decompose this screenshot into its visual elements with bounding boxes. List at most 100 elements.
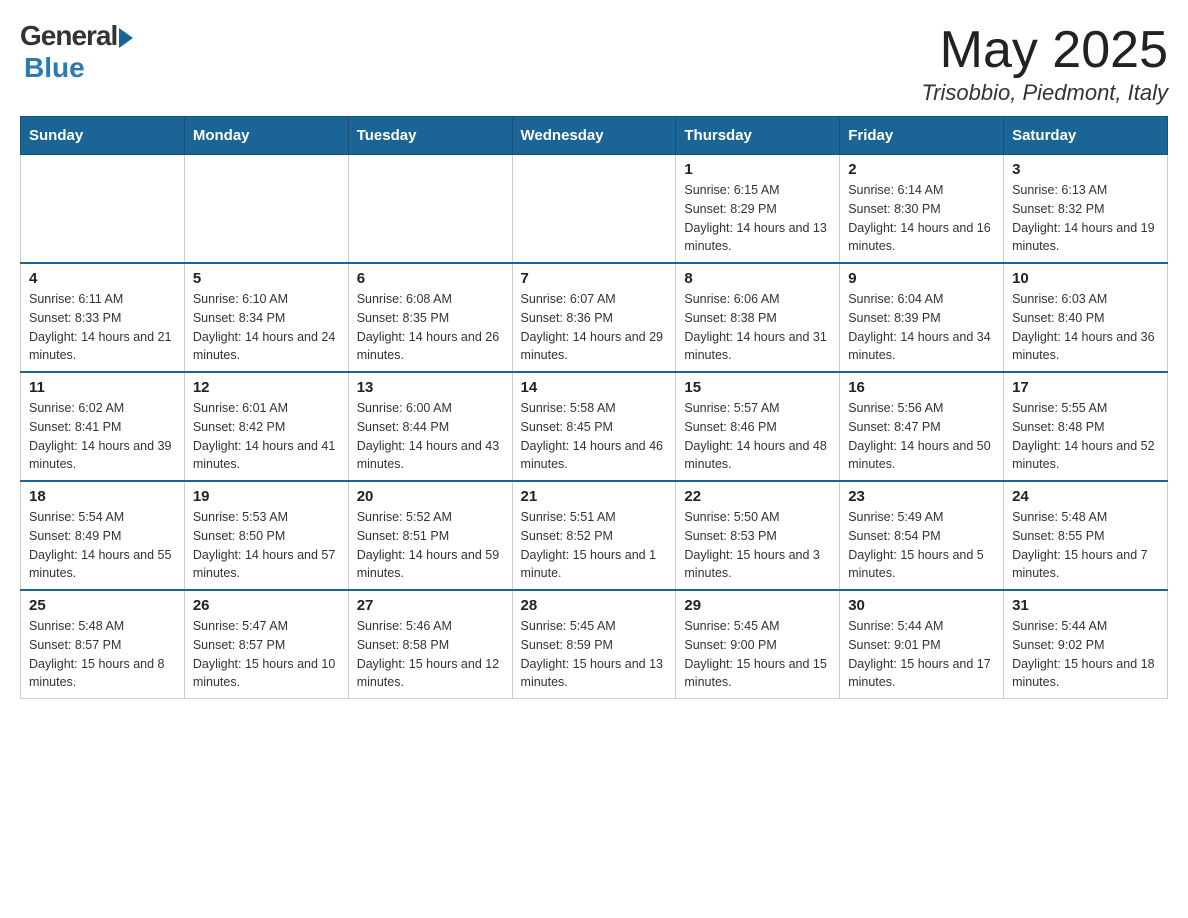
day-number: 12 [193, 379, 340, 396]
table-row: 2 Sunrise: 6:14 AM Sunset: 8:30 PM Daylig… [840, 155, 1004, 264]
day-number: 24 [1012, 488, 1159, 505]
logo-general-text: General [20, 20, 117, 52]
day-number: 2 [848, 161, 995, 178]
logo: General Blue [20, 20, 133, 84]
day-info: Sunrise: 5:46 AM Sunset: 8:58 PM Dayligh… [357, 619, 499, 689]
table-row: 4 Sunrise: 6:11 AM Sunset: 8:33 PM Daylig… [21, 263, 185, 372]
day-number: 1 [684, 161, 831, 178]
day-info: Sunrise: 5:48 AM Sunset: 8:57 PM Dayligh… [29, 619, 165, 689]
col-thursday: Thursday [676, 117, 840, 155]
table-row: 12 Sunrise: 6:01 AM Sunset: 8:42 PM Dayli… [184, 372, 348, 481]
table-row: 18Sunrise: 5:54 AM Sunset: 8:49 PM Dayli… [21, 481, 185, 590]
col-friday: Friday [840, 117, 1004, 155]
table-row [512, 155, 676, 264]
day-number: 15 [684, 379, 831, 396]
day-number: 8 [684, 270, 831, 287]
col-monday: Monday [184, 117, 348, 155]
table-row: 29 Sunrise: 5:45 AM Sunset: 9:00 PM Dayli… [676, 590, 840, 699]
table-row: 21 Sunrise: 5:51 AM Sunset: 8:52 PM Dayli… [512, 481, 676, 590]
table-row: 26Sunrise: 5:47 AM Sunset: 8:57 PM Dayli… [184, 590, 348, 699]
table-row [21, 155, 185, 264]
day-number: 4 [29, 270, 176, 287]
table-row: 8 Sunrise: 6:06 AM Sunset: 8:38 PM Daylig… [676, 263, 840, 372]
table-row: 9 Sunrise: 6:04 AM Sunset: 8:39 PM Daylig… [840, 263, 1004, 372]
location-title: Trisobbio, Piedmont, Italy [921, 80, 1168, 106]
table-row: 28 Sunrise: 5:45 AM Sunset: 8:59 PM Dayli… [512, 590, 676, 699]
day-number: 11 [29, 379, 176, 396]
calendar-table: Sunday Monday Tuesday Wednesday Thursday… [20, 116, 1168, 699]
day-info: Sunrise: 6:11 AM Sunset: 8:33 PM Dayligh… [29, 292, 171, 362]
month-title: May 2025 [921, 20, 1168, 80]
title-block: May 2025 Trisobbio, Piedmont, Italy [921, 20, 1168, 106]
col-wednesday: Wednesday [512, 117, 676, 155]
logo-arrow-icon [119, 28, 133, 48]
day-info: Sunrise: 6:03 AM Sunset: 8:40 PM Dayligh… [1012, 292, 1154, 362]
day-info: Sunrise: 5:58 AM Sunset: 8:45 PM Dayligh… [521, 401, 663, 471]
day-number: 31 [1012, 597, 1159, 614]
day-number: 7 [521, 270, 668, 287]
day-info: Sunrise: 6:00 AM Sunset: 8:44 PM Dayligh… [357, 401, 499, 471]
day-info: Sunrise: 6:14 AM Sunset: 8:30 PM Dayligh… [848, 183, 990, 253]
day-info: Sunrise: 5:47 AM Sunset: 8:57 PM Dayligh… [193, 619, 335, 689]
table-row: 24 Sunrise: 5:48 AM Sunset: 8:55 PM Dayli… [1004, 481, 1168, 590]
day-number: 10 [1012, 270, 1159, 287]
day-info: Sunrise: 5:53 AM Sunset: 8:50 PM Dayligh… [193, 510, 335, 580]
day-info: Sunrise: 5:44 AM Sunset: 9:01 PM Dayligh… [848, 619, 990, 689]
table-row: 17 Sunrise: 5:55 AM Sunset: 8:48 PM Dayli… [1004, 372, 1168, 481]
day-number: 16 [848, 379, 995, 396]
day-info: Sunrise: 5:54 AM Sunset: 8:49 PM Dayligh… [29, 510, 171, 580]
day-info: Sunrise: 5:50 AM Sunset: 8:53 PM Dayligh… [684, 510, 820, 580]
day-number: 30 [848, 597, 995, 614]
day-info: Sunrise: 5:45 AM Sunset: 9:00 PM Dayligh… [684, 619, 826, 689]
table-row: 15 Sunrise: 5:57 AM Sunset: 8:46 PM Dayli… [676, 372, 840, 481]
logo-blue-text: Blue [24, 52, 85, 84]
day-number: 23 [848, 488, 995, 505]
day-info: Sunrise: 6:01 AM Sunset: 8:42 PM Dayligh… [193, 401, 335, 471]
table-row: 6 Sunrise: 6:08 AM Sunset: 8:35 PM Daylig… [348, 263, 512, 372]
table-row: 5Sunrise: 6:10 AM Sunset: 8:34 PM Daylig… [184, 263, 348, 372]
day-info: Sunrise: 6:06 AM Sunset: 8:38 PM Dayligh… [684, 292, 826, 362]
table-row: 31 Sunrise: 5:44 AM Sunset: 9:02 PM Dayli… [1004, 590, 1168, 699]
day-info: Sunrise: 6:07 AM Sunset: 8:36 PM Dayligh… [521, 292, 663, 362]
day-number: 5 [193, 270, 340, 287]
table-row: 16 Sunrise: 5:56 AM Sunset: 8:47 PM Dayli… [840, 372, 1004, 481]
table-row: 11 Sunrise: 6:02 AM Sunset: 8:41 PM Dayli… [21, 372, 185, 481]
calendar-week-row: 4 Sunrise: 6:11 AM Sunset: 8:33 PM Daylig… [21, 263, 1168, 372]
day-number: 29 [684, 597, 831, 614]
day-number: 21 [521, 488, 668, 505]
day-number: 28 [521, 597, 668, 614]
table-row: 7 Sunrise: 6:07 AM Sunset: 8:36 PM Daylig… [512, 263, 676, 372]
day-info: Sunrise: 6:04 AM Sunset: 8:39 PM Dayligh… [848, 292, 990, 362]
day-info: Sunrise: 5:44 AM Sunset: 9:02 PM Dayligh… [1012, 619, 1154, 689]
table-row: 27Sunrise: 5:46 AM Sunset: 8:58 PM Dayli… [348, 590, 512, 699]
day-info: Sunrise: 5:45 AM Sunset: 8:59 PM Dayligh… [521, 619, 663, 689]
table-row: 13 Sunrise: 6:00 AM Sunset: 8:44 PM Dayli… [348, 372, 512, 481]
day-number: 6 [357, 270, 504, 287]
calendar-week-row: 1 Sunrise: 6:15 AM Sunset: 8:29 PM Daylig… [21, 155, 1168, 264]
table-row: 3Sunrise: 6:13 AM Sunset: 8:32 PM Daylig… [1004, 155, 1168, 264]
day-info: Sunrise: 5:48 AM Sunset: 8:55 PM Dayligh… [1012, 510, 1148, 580]
day-info: Sunrise: 6:15 AM Sunset: 8:29 PM Dayligh… [684, 183, 826, 253]
table-row: 10 Sunrise: 6:03 AM Sunset: 8:40 PM Dayli… [1004, 263, 1168, 372]
day-info: Sunrise: 5:51 AM Sunset: 8:52 PM Dayligh… [521, 510, 657, 580]
table-row [348, 155, 512, 264]
col-saturday: Saturday [1004, 117, 1168, 155]
day-number: 22 [684, 488, 831, 505]
table-row [184, 155, 348, 264]
day-info: Sunrise: 6:02 AM Sunset: 8:41 PM Dayligh… [29, 401, 171, 471]
day-number: 9 [848, 270, 995, 287]
day-info: Sunrise: 5:55 AM Sunset: 8:48 PM Dayligh… [1012, 401, 1154, 471]
day-number: 13 [357, 379, 504, 396]
day-info: Sunrise: 5:57 AM Sunset: 8:46 PM Dayligh… [684, 401, 826, 471]
day-number: 19 [193, 488, 340, 505]
day-number: 14 [521, 379, 668, 396]
day-info: Sunrise: 6:08 AM Sunset: 8:35 PM Dayligh… [357, 292, 499, 362]
table-row: 22 Sunrise: 5:50 AM Sunset: 8:53 PM Dayli… [676, 481, 840, 590]
day-info: Sunrise: 6:13 AM Sunset: 8:32 PM Dayligh… [1012, 183, 1154, 253]
calendar-week-row: 18Sunrise: 5:54 AM Sunset: 8:49 PM Dayli… [21, 481, 1168, 590]
day-number: 25 [29, 597, 176, 614]
day-info: Sunrise: 5:56 AM Sunset: 8:47 PM Dayligh… [848, 401, 990, 471]
day-number: 17 [1012, 379, 1159, 396]
table-row: 1 Sunrise: 6:15 AM Sunset: 8:29 PM Daylig… [676, 155, 840, 264]
day-number: 20 [357, 488, 504, 505]
